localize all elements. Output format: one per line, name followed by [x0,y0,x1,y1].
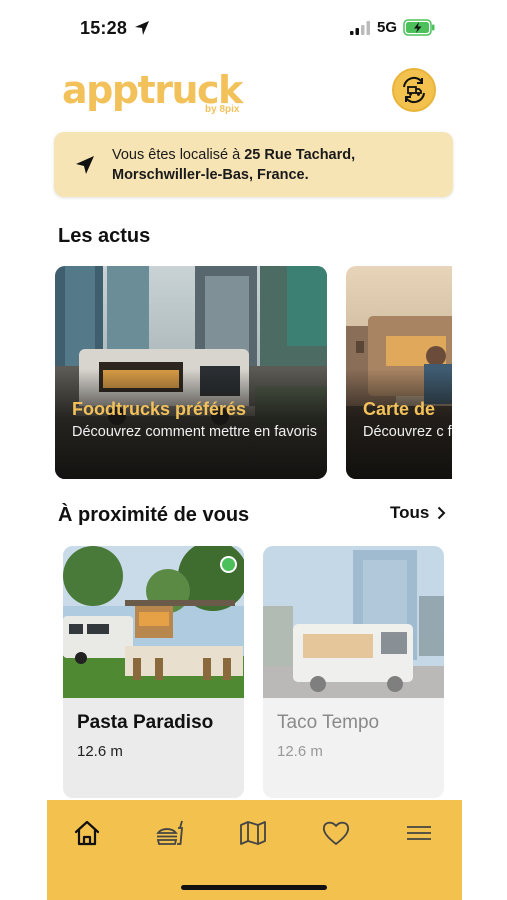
battery-charging-icon [403,19,435,36]
network-label: 5G [377,19,398,36]
foodtruck-name: Pasta Paradiso [77,712,214,733]
foodtruck-distance: 12.6 m [77,743,123,760]
tab-food[interactable] [153,816,187,850]
foodtruck-distance: 12.6 m [277,743,323,760]
signal-icon [350,21,370,35]
app-header: apptruck by 8pix [0,64,507,124]
heart-icon [322,821,350,845]
foodtruck-card[interactable]: Pasta Paradiso 12.6 m [63,546,244,798]
burger-icon [156,820,183,845]
location-banner[interactable]: Vous êtes localisé à 25 Rue Tachard, Mor… [54,132,453,197]
news-card-title: Carte de [363,399,436,419]
foodtruck-card[interactable]: Taco Tempo 12.6 m [263,546,444,798]
navigation-arrow-icon [76,156,94,174]
tab-favorites[interactable] [319,816,353,850]
app-logo-subtitle: by 8pix [205,104,240,115]
location-arrow-icon [135,21,149,35]
home-indicator [181,885,327,890]
news-card-map[interactable]: Carte de Découvrez c fonctionne : [346,266,452,479]
truck-switch-icon [403,76,425,104]
see-all-link[interactable]: Tous [390,503,446,523]
home-icon [74,820,100,846]
news-section-title: Les actus [58,225,151,247]
tab-menu[interactable] [402,816,436,850]
pasta-truck-image [63,546,244,698]
switch-mode-button[interactable] [392,68,436,112]
taco-truck-image [263,546,444,698]
nearby-section-title: À proximité de vous [58,504,250,526]
location-prefix: Vous êtes localisé à [112,147,245,163]
map-icon [240,821,266,845]
tab-map[interactable] [236,816,270,850]
news-card-title: Foodtrucks préférés [72,399,247,419]
news-carousel[interactable]: Foodtrucks préférés Découvrez comment me… [55,266,452,480]
open-status-indicator [220,556,237,573]
chevron-right-icon [438,506,446,520]
news-card-description: Découvrez comment mettre en favoris [72,424,317,440]
menu-icon [407,826,431,840]
foodtruck-name: Taco Tempo [277,712,380,733]
status-time: 15:28 [80,18,128,38]
see-all-label: Tous [390,503,430,522]
news-card-description: Découvrez c fonctionne : [363,424,452,440]
location-text: Vous êtes localisé à 25 Rue Tachard, Mor… [112,145,432,185]
status-bar: 15:28 5G [0,0,507,58]
bottom-tab-bar [47,800,462,900]
news-card-favorites[interactable]: Foodtrucks préférés Découvrez comment me… [55,266,327,479]
tab-home[interactable] [70,816,104,850]
